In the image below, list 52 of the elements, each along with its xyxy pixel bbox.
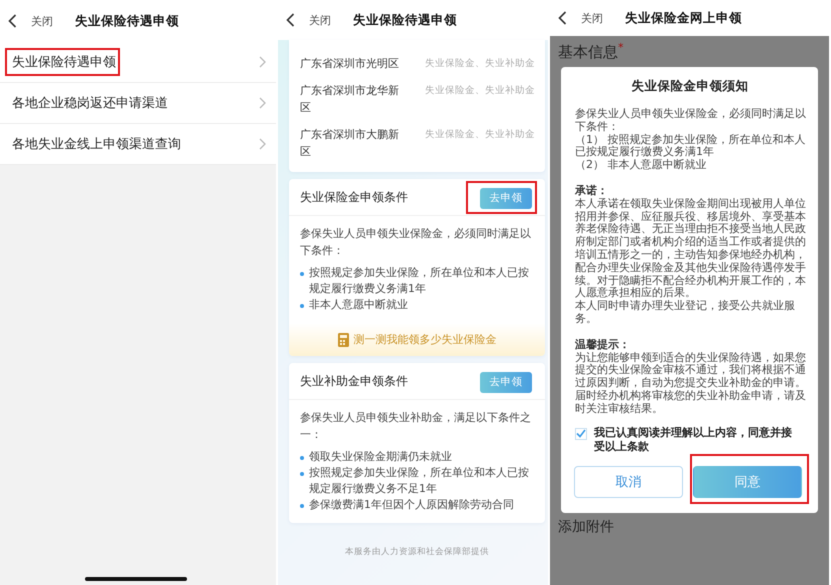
page-title: 失业保险待遇申领 [353, 12, 457, 28]
benefit-types: 失业保险金、失业补助金 [425, 57, 535, 71]
dialog-title: 失业保险金申领须知 [630, 78, 750, 95]
notice-paragraph: （2） 非本人意愿中断就业 [575, 159, 708, 172]
back-icon[interactable] [286, 13, 295, 27]
notice-paragraph: 为让您能够申领到适合的失业保险待遇，如果您提交的失业保险金审核不通过，我们将根据不通过原因判断，自动为您提交失业补助金的申请。届时经办机构将审核您的失业补助金申请，请及时关注审核结果。 [575, 352, 807, 416]
menu-item[interactable]: 各地失业金线上申领渠道查询 [0, 124, 276, 165]
section-label: 添加附件 [558, 518, 615, 536]
close-link[interactable]: 关闭 [31, 14, 53, 28]
conditions-intro: 参保失业人员申领失业补助金，满足以下条件之一： [300, 410, 532, 443]
bullet-icon [300, 272, 304, 276]
card-title: 失业保险金申领条件 [300, 188, 408, 206]
close-link[interactable]: 关闭 [581, 10, 603, 26]
bullet-icon [300, 504, 304, 508]
menu-item[interactable]: 失业保险待遇申领 [0, 42, 276, 83]
condition-text: 按照规定参加失业保险，所在单位和本人已按规定履行缴费义务不足1年 [309, 465, 530, 497]
condition-text: 领取失业保险金期满仍未就业 [309, 449, 452, 465]
notice-heading: 承诺： [575, 184, 609, 198]
bullet-icon [300, 304, 304, 308]
required-mark: * [618, 42, 624, 56]
back-icon[interactable] [558, 11, 567, 25]
bullet-icon [300, 456, 304, 460]
region-name: 广东省深圳市龙华新区 [300, 83, 400, 116]
chevron-right-icon [259, 56, 266, 68]
footer-note: 本服务由人力资源和社会保障部提供 [344, 546, 490, 558]
highlight-frame: 失业保险待遇申领 [5, 48, 120, 76]
page-title: 失业保险待遇申领 [75, 12, 179, 30]
benefit-types: 失业保险金、失业补助金 [425, 128, 535, 142]
close-link[interactable]: 关闭 [309, 12, 331, 28]
chevron-right-icon [259, 138, 266, 150]
back-icon[interactable] [8, 14, 17, 28]
notice-paragraph: 参保失业人员申领失业保险金，必须同时满足以下条件： [575, 108, 807, 134]
conditions-intro: 参保失业人员申领失业保险金，必须同时满足以下条件： [300, 226, 532, 259]
section-label: 基本信息 [558, 42, 618, 62]
agree-checkbox[interactable] [575, 428, 587, 440]
page-title: 失业保险金网上申领 [625, 10, 742, 26]
notice-paragraph: 本人承诺在领取失业保险金期间出现被用人单位招用并参保、应征服兵役、移居境外、享受基本养老保险待遇、无正当理由拒不接受当地人民政府制定部门或者机构介绍的适当工作或者提供的培训五情形之一的，主动告知参保地经办机构，配合办理失业保险金及其他失业保险待遇停发手续。对于隐瞒拒不配合经办机构开展工作的，本人愿意承担相应的后果。 [575, 198, 807, 300]
condition-text: 参保缴费满1年但因个人原因解除劳动合同 [309, 497, 514, 513]
region-name: 广东省深圳市大鹏新区 [300, 127, 400, 160]
benefit-types: 失业保险金、失业补助金 [425, 84, 535, 98]
notice-paragraph: （1） 按照规定参加失业保险，所在单位和本人已按规定履行缴费义务满1年 [575, 134, 806, 159]
condition-text: 按照规定参加失业保险，所在单位和本人已按规定履行缴费义务满1年 [309, 265, 530, 297]
calculator-icon [338, 332, 348, 346]
notice-paragraph: 本人同时申请办理失业登记，接受公共就业服务。 [575, 300, 796, 326]
notice-heading: 温馨提示： [575, 338, 631, 352]
condition-text: 非本人意愿中断就业 [309, 297, 408, 313]
card-title: 失业补助金申领条件 [300, 372, 408, 390]
agreement-text: 我已认真阅读并理解以上内容，同意并接受以上条款 [594, 426, 793, 454]
menu-item[interactable]: 各地企业稳岗返还申请渠道 [0, 83, 276, 124]
bullet-icon [300, 472, 304, 476]
region-name: 广东省深圳市光明区 [300, 56, 400, 72]
chevron-right-icon [259, 97, 266, 109]
